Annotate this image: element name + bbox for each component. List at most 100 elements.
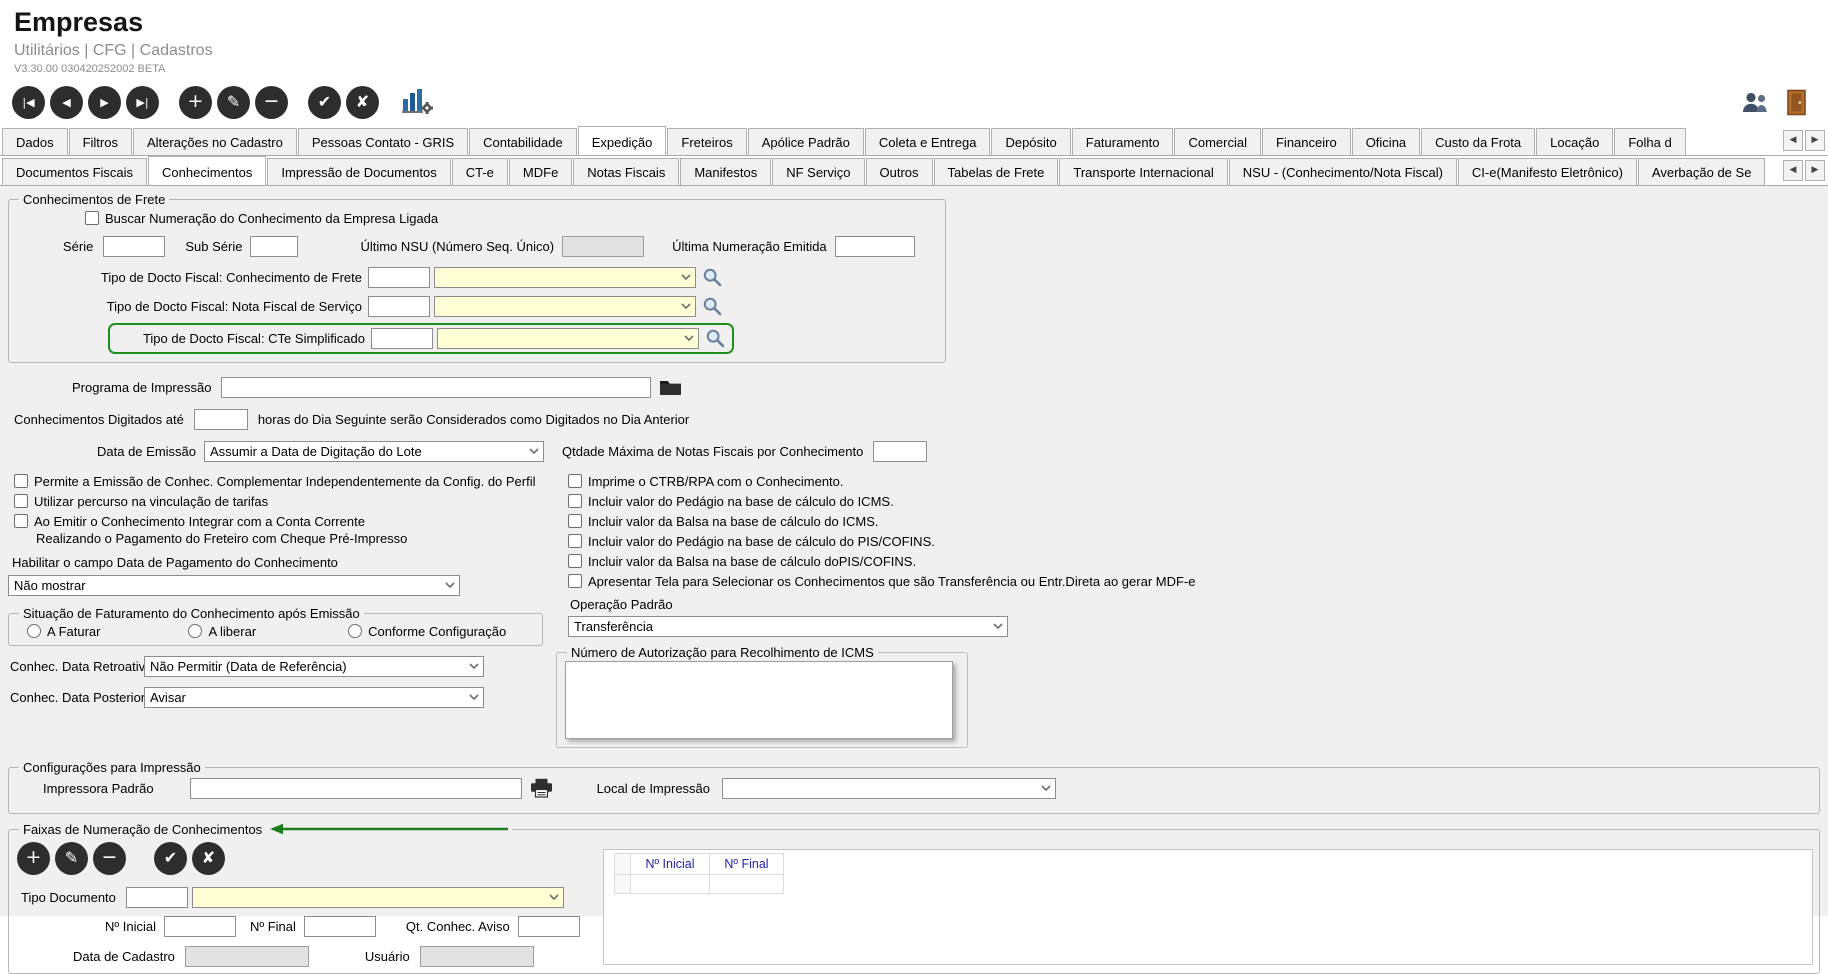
programa-impressao-browse-button[interactable] xyxy=(659,378,682,396)
balsa-pis-cofins-checkbox[interactable] xyxy=(568,554,582,569)
tipo-docto-nota-servico-code-input[interactable] xyxy=(368,295,430,317)
integrar-conta-corrente-checkbox[interactable] xyxy=(14,514,28,529)
tab-expedicao[interactable]: Expedição xyxy=(577,125,667,155)
conhec-data-retroativa-combo[interactable]: Não Permitir (Data de Referência) xyxy=(144,655,484,677)
subtab-mdfe[interactable]: MDFe xyxy=(508,157,573,185)
tab-dados[interactable]: Dados xyxy=(2,127,68,155)
tab-coleta-e-entrega[interactable]: Coleta e Entrega xyxy=(864,127,991,155)
tab-locacao[interactable]: Locação xyxy=(1536,127,1614,155)
tab-comercial[interactable]: Comercial xyxy=(1174,127,1261,155)
utilizar-percurso-checkbox[interactable] xyxy=(14,494,28,509)
balsa-icms-checkbox[interactable] xyxy=(568,514,582,529)
tab-apolice-padrao[interactable]: Apólice Padrão xyxy=(747,127,864,155)
qt-conhec-aviso-input[interactable] xyxy=(517,915,580,937)
edit-button[interactable]: ✎ xyxy=(217,85,250,119)
subtab-impressao-de-documentos[interactable]: Impressão de Documentos xyxy=(267,157,451,185)
sub-serie-input[interactable] xyxy=(250,235,299,257)
faixas-grid-empty-row[interactable] xyxy=(614,873,1812,894)
tab-deposito[interactable]: Depósito xyxy=(991,127,1071,155)
tab-faturamento[interactable]: Faturamento xyxy=(1071,127,1174,155)
tipo-docto-cte-simplificado-code-input[interactable] xyxy=(371,327,433,349)
local-impressao-label: Local de Impressão xyxy=(596,780,711,796)
subtab-cie-manifesto-eletronico[interactable]: CI-e(Manifesto Eletrônico) xyxy=(1457,157,1637,185)
digitados-horas-input[interactable] xyxy=(193,408,248,430)
data-emissao-combo[interactable]: Assumir a Data de Digitação do Lote xyxy=(204,440,544,462)
tipo-docto-cte-simplificado-search-button[interactable] xyxy=(705,328,725,348)
tipo-docto-cte-simplificado-combo[interactable] xyxy=(437,327,699,349)
habilitar-data-pagamento-combo[interactable]: Não mostrar xyxy=(8,574,460,596)
programa-impressao-input[interactable] xyxy=(221,376,652,398)
main-tabs-scroll-left-button[interactable]: ◀ xyxy=(1783,129,1803,151)
subtab-nf-servico[interactable]: NF Serviço xyxy=(772,157,865,185)
tipo-docto-nota-servico-search-button[interactable] xyxy=(702,296,722,316)
tab-folha[interactable]: Folha d xyxy=(1614,127,1686,155)
apresentar-tela-checkbox[interactable] xyxy=(568,574,582,589)
subtab-cte[interactable]: CT-e xyxy=(451,157,508,185)
subtab-documentos-fiscais[interactable]: Documentos Fiscais xyxy=(2,157,148,185)
faixas-delete-button[interactable]: − xyxy=(93,841,126,875)
conforme-configuracao-radio[interactable] xyxy=(348,624,363,639)
subtab-manifestos[interactable]: Manifestos xyxy=(680,157,772,185)
prior-record-button[interactable]: ◀ xyxy=(50,85,83,119)
exit-button[interactable] xyxy=(1785,89,1808,116)
grid-header-no-final[interactable]: Nº Final xyxy=(709,852,784,875)
cancel-button[interactable]: ✘ xyxy=(346,85,379,119)
subtab-conhecimentos[interactable]: Conhecimentos xyxy=(148,155,267,185)
autorizacao-icms-memo[interactable] xyxy=(565,660,953,739)
next-record-button[interactable]: ▶ xyxy=(88,85,121,119)
tab-custo-da-frota[interactable]: Custo da Frota xyxy=(1421,127,1536,155)
tab-pessoas-contato-gris[interactable]: Pessoas Contato - GRIS xyxy=(297,127,469,155)
pedagio-pis-cofins-checkbox[interactable] xyxy=(568,534,582,549)
ultima-numeracao-input[interactable] xyxy=(834,235,915,257)
buscar-numeracao-checkbox[interactable] xyxy=(85,211,99,226)
a-liberar-radio[interactable] xyxy=(188,624,203,639)
grid-header-no-inicial[interactable]: Nº Inicial xyxy=(630,852,710,875)
sub-tabs-scroll-right-button[interactable]: ▶ xyxy=(1805,159,1825,181)
faixas-insert-button[interactable]: + xyxy=(17,841,50,875)
confirm-button[interactable]: ✔ xyxy=(308,85,341,119)
permite-emissao-complementar-checkbox[interactable] xyxy=(14,474,28,489)
operacao-padrao-combo[interactable]: Transferência xyxy=(568,615,1008,637)
users-button[interactable] xyxy=(1741,90,1769,114)
faixas-no-final-input[interactable] xyxy=(303,915,376,937)
impressora-padrao-print-button[interactable] xyxy=(530,778,553,798)
delete-button[interactable]: − xyxy=(255,85,288,119)
pedagio-icms-checkbox[interactable] xyxy=(568,494,582,509)
conhec-data-posterior-combo[interactable]: Avisar xyxy=(144,686,484,708)
faixas-no-inicial-input[interactable] xyxy=(163,915,236,937)
subtab-transporte-internacional[interactable]: Transporte Internacional xyxy=(1059,157,1228,185)
faixas-cancel-button[interactable]: ✘ xyxy=(192,841,225,875)
sub-tabs-scroll-left-button[interactable]: ◀ xyxy=(1783,159,1803,181)
imprime-ctrb-checkbox[interactable] xyxy=(568,474,582,489)
subtab-tabelas-de-frete[interactable]: Tabelas de Frete xyxy=(933,157,1059,185)
serie-input[interactable] xyxy=(103,235,166,257)
insert-button[interactable]: + xyxy=(179,85,212,119)
tipo-docto-nota-servico-combo[interactable] xyxy=(434,295,696,317)
last-record-button[interactable]: ▶| xyxy=(126,85,159,119)
tipo-documento-combo[interactable] xyxy=(191,886,564,908)
faixas-edit-button[interactable]: ✎ xyxy=(55,841,88,875)
tab-contabilidade[interactable]: Contabilidade xyxy=(469,127,577,155)
impressora-padrao-input[interactable] xyxy=(189,777,522,799)
subtab-notas-fiscais[interactable]: Notas Fiscais xyxy=(573,157,680,185)
tipo-docto-conhecimento-combo[interactable] xyxy=(434,266,696,288)
faixas-confirm-button[interactable]: ✔ xyxy=(154,841,187,875)
tab-filtros[interactable]: Filtros xyxy=(68,127,132,155)
digitados-suffix-label: horas do Dia Seguinte serão Considerados… xyxy=(257,411,690,427)
a-faturar-radio[interactable] xyxy=(27,624,41,639)
tab-alteracoes-no-cadastro[interactable]: Alterações no Cadastro xyxy=(132,127,297,155)
tipo-docto-conhecimento-code-input[interactable] xyxy=(368,266,430,288)
subtab-nsu[interactable]: NSU - (Conhecimento/Nota Fiscal) xyxy=(1228,157,1457,185)
local-impressao-combo[interactable] xyxy=(722,777,1057,799)
main-tabs-scroll-right-button[interactable]: ▶ xyxy=(1805,129,1825,151)
subtab-outros[interactable]: Outros xyxy=(865,157,933,185)
qtd-maxima-input[interactable] xyxy=(873,440,928,462)
subtab-averbacao[interactable]: Averbação de Se xyxy=(1637,157,1766,185)
tipo-docto-conhecimento-search-button[interactable] xyxy=(702,267,722,287)
tab-oficina[interactable]: Oficina xyxy=(1351,127,1421,155)
tipo-documento-code-input[interactable] xyxy=(125,886,188,908)
tab-financeiro[interactable]: Financeiro xyxy=(1261,127,1351,155)
tab-freteiros[interactable]: Freteiros xyxy=(667,127,747,155)
first-record-button[interactable]: |◀ xyxy=(12,85,45,119)
chart-config-button[interactable] xyxy=(401,86,433,119)
